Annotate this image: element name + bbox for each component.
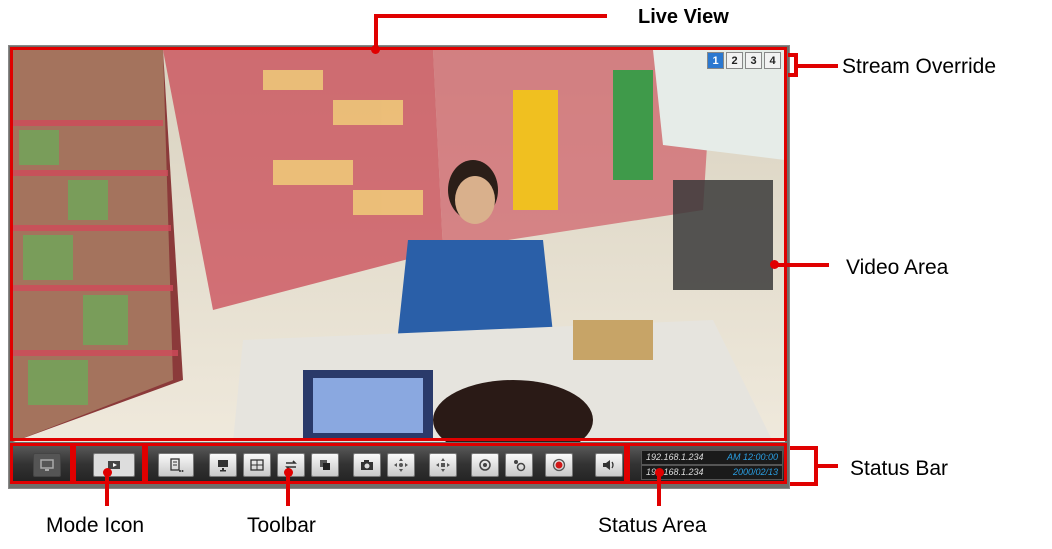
live-view-label: Live View bbox=[638, 6, 729, 28]
status-area-label: Status Area bbox=[598, 514, 707, 537]
status-bar-label: Status Bar bbox=[850, 457, 949, 480]
mode-icon-highlight bbox=[73, 443, 145, 484]
video-area-highlight bbox=[10, 47, 787, 441]
callout-dot bbox=[371, 45, 380, 54]
callout-line bbox=[657, 472, 661, 506]
callout-line bbox=[777, 263, 829, 267]
mode-icon-label: Mode Icon bbox=[46, 514, 145, 537]
stream-override-label: Stream Override bbox=[842, 55, 997, 78]
callout-bracket bbox=[790, 482, 818, 486]
toolbar-highlight bbox=[145, 443, 627, 484]
callout-line bbox=[798, 64, 838, 68]
monitor-area-highlight bbox=[10, 443, 73, 484]
callout-bracket bbox=[788, 73, 798, 77]
callout-dot bbox=[284, 468, 293, 477]
status-area-highlight bbox=[627, 443, 787, 484]
callout-line bbox=[286, 472, 290, 506]
toolbar-label: Toolbar bbox=[247, 514, 316, 537]
callout-dot bbox=[103, 468, 112, 477]
callout-dot bbox=[655, 468, 664, 477]
callout-bracket bbox=[788, 53, 798, 57]
callout-line bbox=[818, 464, 838, 468]
callout-line bbox=[105, 472, 109, 506]
callout-line bbox=[375, 14, 607, 18]
video-area-label: Video Area bbox=[846, 256, 949, 279]
callout-bracket bbox=[790, 446, 818, 450]
